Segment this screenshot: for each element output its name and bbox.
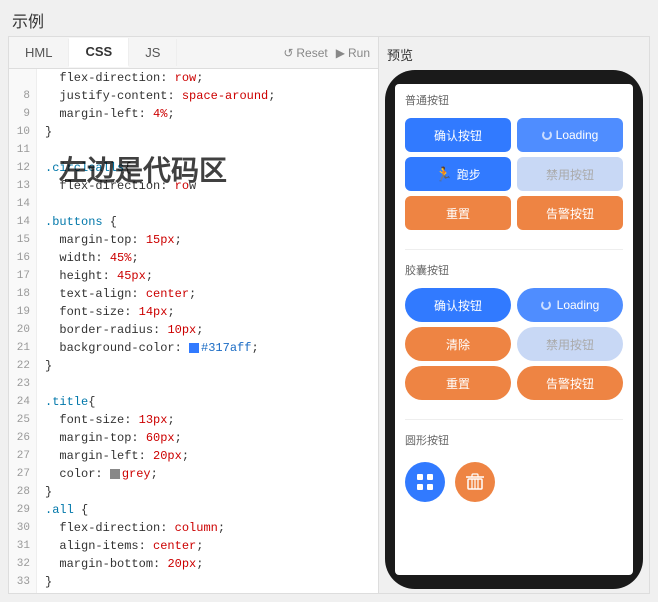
phone-screen: 普通按钮 确认按钮 Loading 🏃跑步	[395, 84, 633, 575]
capsule-button-title: 胶囊按钮	[405, 262, 623, 278]
circle-button-title: 圆形按钮	[405, 432, 623, 448]
preview-panel: 预览 普通按钮 确认按钮 Loading	[379, 37, 649, 593]
main-panel: HML CSS JS ↺ Reset ▶ Run	[8, 36, 650, 594]
run-person-icon: 🏃	[435, 166, 452, 183]
circle-btn-row	[405, 458, 623, 506]
reset-btn-1[interactable]: 重置	[405, 196, 511, 230]
run-btn-1[interactable]: 🏃跑步	[405, 157, 511, 191]
loading-capsule-1[interactable]: Loading	[517, 288, 623, 322]
btn-row-1: 确认按钮 Loading	[405, 118, 623, 152]
capsule-row-1: 确认按钮 Loading	[405, 288, 623, 322]
delete-icon	[465, 472, 485, 492]
circle-delete-button[interactable]	[455, 462, 495, 502]
code-line: 32 margin-bottom: 20px;	[9, 555, 378, 573]
btn-row-3: 重置 告警按钮	[405, 196, 623, 230]
code-line: 25 font-size: 13px;	[9, 411, 378, 429]
code-line: 10 }	[9, 123, 378, 141]
disabled-capsule-1: 禁用按钮	[517, 327, 623, 361]
clear-capsule-1[interactable]: 清除	[405, 327, 511, 361]
code-panel: HML CSS JS ↺ Reset ▶ Run	[9, 37, 379, 593]
run-button[interactable]: ▶ Run	[336, 46, 370, 60]
confirm-capsule-1[interactable]: 确认按钮	[405, 288, 511, 322]
code-line: flex-direction: row;	[9, 69, 378, 87]
app-title: 示例	[0, 0, 658, 36]
reset-capsule-1[interactable]: 重置	[405, 366, 511, 400]
code-line: 18 text-align: center;	[9, 285, 378, 303]
capsule-row-3: 重置 告警按钮	[405, 366, 623, 400]
code-line: 24 .title{	[9, 393, 378, 411]
divider-1	[405, 249, 623, 250]
preview-title: 预览	[385, 41, 643, 70]
capsule-row-2: 清除 禁用按钮	[405, 327, 623, 361]
reset-button[interactable]: ↺ Reset	[283, 46, 327, 60]
run-icon: ▶	[336, 46, 345, 60]
code-line: 27 color: grey;	[9, 465, 378, 483]
loading-button-1[interactable]: Loading	[517, 118, 623, 152]
code-line: 27 margin-left: 20px;	[9, 447, 378, 465]
loading-spinner-2	[541, 300, 551, 310]
code-line: 22 }	[9, 357, 378, 375]
code-line: 14 .buttons {	[9, 213, 378, 231]
tab-actions: ↺ Reset ▶ Run	[283, 46, 378, 60]
code-line: 26 margin-top: 60px;	[9, 429, 378, 447]
phone-mockup: 普通按钮 确认按钮 Loading 🏃跑步	[385, 70, 643, 589]
code-line: 29 .all {	[9, 501, 378, 519]
code-line: 34 .oriage{	[9, 591, 378, 593]
code-line: 19 font-size: 14px;	[9, 303, 378, 321]
tab-js[interactable]: JS	[129, 39, 177, 66]
code-line: 12 .circlealls{	[9, 159, 378, 177]
app-container: 示例 HML CSS JS ↺ Reset ▶ Run	[0, 0, 658, 602]
reset-icon: ↺	[283, 46, 293, 60]
capsule-button-section: 确认按钮 Loading 清除 禁用按钮 重置 告警按钮	[405, 288, 623, 405]
code-line: 31 align-items: center;	[9, 537, 378, 555]
code-line: 14	[9, 195, 378, 213]
code-line: 23	[9, 375, 378, 393]
grid-icon	[415, 472, 435, 492]
tab-css[interactable]: CSS	[69, 38, 129, 67]
circle-grid-button[interactable]	[405, 462, 445, 502]
divider-2	[405, 419, 623, 420]
code-line: 16 width: 45%;	[9, 249, 378, 267]
code-line: 13 flex-direction: row	[9, 177, 378, 195]
code-line: 15 margin-top: 15px;	[9, 231, 378, 249]
tab-bar: HML CSS JS ↺ Reset ▶ Run	[9, 37, 378, 69]
disabled-button-1: 禁用按钮	[517, 157, 623, 191]
code-line: 8 justify-content: space-around;	[9, 87, 378, 105]
code-line: 30 flex-direction: column;	[9, 519, 378, 537]
alert-capsule-1[interactable]: 告警按钮	[517, 366, 623, 400]
btn-row-2: 🏃跑步 禁用按钮	[405, 157, 623, 191]
code-line: 28 }	[9, 483, 378, 501]
loading-spinner-1	[542, 130, 552, 140]
tab-hml[interactable]: HML	[9, 39, 69, 66]
code-lines: flex-direction: row; 8 justify-content: …	[9, 69, 378, 593]
alert-btn-1[interactable]: 告警按钮	[517, 196, 623, 230]
code-line: 9 margin-left: 4%;	[9, 105, 378, 123]
normal-button-section: 确认按钮 Loading 🏃跑步 禁用按钮	[405, 118, 623, 235]
confirm-button-1[interactable]: 确认按钮	[405, 118, 511, 152]
code-line: 21 background-color: #317aff;	[9, 339, 378, 357]
normal-button-title: 普通按钮	[405, 92, 623, 108]
code-line: 20 border-radius: 10px;	[9, 321, 378, 339]
code-line: 33 }	[9, 573, 378, 591]
code-editor[interactable]: flex-direction: row; 8 justify-content: …	[9, 69, 378, 593]
code-line: 17 height: 45px;	[9, 267, 378, 285]
code-line: 11	[9, 141, 378, 159]
